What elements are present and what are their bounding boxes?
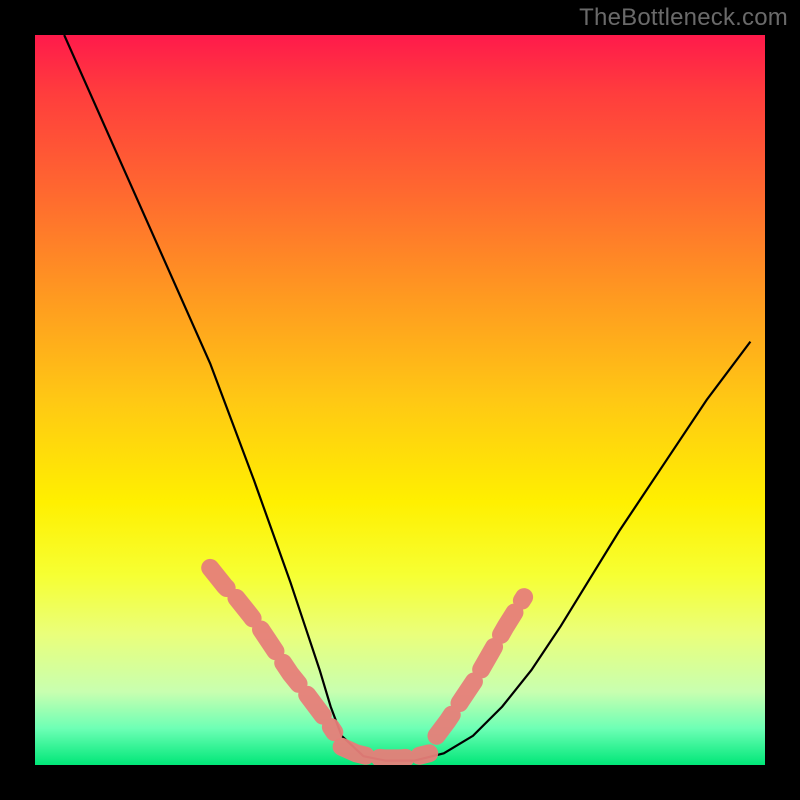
bottleneck-curve — [64, 35, 750, 761]
plot-area — [35, 35, 765, 765]
watermark-text: TheBottleneck.com — [579, 4, 788, 32]
highlight-band-bottom — [342, 747, 430, 759]
highlight-band-left — [210, 568, 334, 732]
series-group — [64, 35, 750, 761]
highlight-band-right — [437, 597, 525, 736]
chart-svg — [35, 35, 765, 765]
chart-frame: TheBottleneck.com — [0, 0, 800, 800]
